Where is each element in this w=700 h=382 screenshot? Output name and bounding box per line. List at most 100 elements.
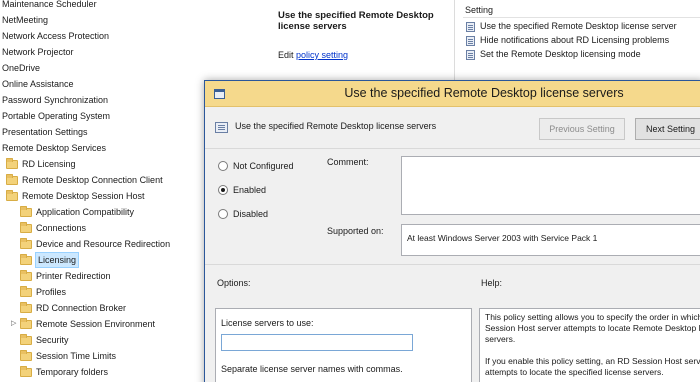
radio-label: Disabled: [233, 209, 269, 219]
tree-item-label: Online Assistance: [2, 79, 74, 89]
setting-label: Set the Remote Desktop licensing mode: [480, 49, 641, 59]
license-servers-label: License servers to use:: [221, 318, 314, 328]
folder-icon: [20, 301, 32, 313]
tree-item[interactable]: Temporary folders: [20, 365, 108, 379]
tree-item[interactable]: OneDrive: [2, 61, 40, 75]
radio-label: Not Configured: [233, 161, 294, 171]
tree-item[interactable]: Licensing: [20, 252, 80, 268]
supported-on-label: Supported on:: [327, 226, 384, 236]
folder-icon: [6, 189, 18, 201]
help-text-line: servers.: [485, 334, 516, 344]
tree-item[interactable]: Presentation Settings: [2, 125, 88, 139]
tree-item-label: Network Projector: [2, 47, 74, 57]
license-servers-hint: Separate license server names with comma…: [221, 364, 403, 374]
folder-icon: [20, 285, 32, 297]
tree-item[interactable]: Security: [20, 333, 69, 347]
setting-label: Use the specified Remote Desktop license…: [480, 21, 677, 31]
tree-item[interactable]: Device and Resource Redirection: [20, 237, 170, 251]
options-label: Options:: [217, 278, 251, 288]
radio-button[interactable]: [218, 161, 228, 171]
radio-button[interactable]: [218, 209, 228, 219]
section-divider: [205, 264, 700, 265]
tree-item-label: OneDrive: [2, 63, 41, 73]
tree-item-label: Profiles: [36, 287, 67, 297]
tree-item-label: Licensing: [34, 252, 80, 268]
supported-on-value: At least Windows Server 2003 with Servic…: [401, 224, 700, 256]
tree-item[interactable]: NetMeeting: [2, 13, 48, 27]
tree-item-label: Session Time Limits: [36, 351, 117, 361]
tree-item[interactable]: Network Access Protection: [2, 29, 109, 43]
tree-item[interactable]: ▷ Remote Session Environment: [11, 317, 155, 331]
tree-item-label: Maintenance Scheduler: [2, 0, 97, 9]
comment-label: Comment:: [327, 157, 369, 167]
license-servers-input[interactable]: [221, 334, 413, 351]
folder-icon: [20, 205, 32, 217]
settings-column-header[interactable]: Setting: [463, 5, 700, 18]
folder-icon: [20, 365, 32, 377]
tree-item[interactable]: Profiles: [20, 285, 66, 299]
edit-policy-line: Edit policy setting: [278, 50, 348, 60]
tree-item-label: Remote Desktop Services: [2, 143, 107, 153]
policy-icon: [466, 49, 475, 60]
tree-item[interactable]: Application Compatibility: [20, 205, 134, 219]
previous-setting-button[interactable]: Previous Setting: [539, 118, 625, 140]
folder-icon: [20, 221, 32, 233]
next-setting-button[interactable]: Next Setting: [635, 118, 700, 140]
tree-item-label: Remote Desktop Connection Client: [22, 175, 163, 185]
tree-item-label: Presentation Settings: [2, 127, 88, 137]
tree-item-label: Network Access Protection: [2, 31, 110, 41]
tree-item-label: Temporary folders: [36, 367, 109, 377]
policy-description-title: Use the specified Remote Desktop license…: [278, 10, 434, 32]
setting-row-hide-notifications[interactable]: Hide notifications about RD Licensing pr…: [466, 34, 669, 47]
folder-icon: [6, 157, 18, 169]
policy-header-row: Use the specified Remote Desktop license…: [205, 107, 700, 149]
folder-icon: [20, 333, 32, 345]
tree-item[interactable]: Network Projector: [2, 45, 74, 59]
folder-icon: [20, 237, 32, 249]
tree-item[interactable]: Remote Desktop Connection Client: [6, 173, 163, 187]
edit-prefix: Edit: [278, 50, 297, 60]
policy-icon: [466, 21, 475, 32]
tree-item[interactable]: Password Synchronization: [2, 93, 108, 107]
tree-item-label: Connections: [36, 223, 87, 233]
help-text-line: Session Host server attempts to locate R…: [485, 323, 700, 333]
folder-icon: [6, 173, 18, 185]
radio-button[interactable]: [218, 185, 228, 195]
radio-not-configured[interactable]: Not Configured: [218, 159, 294, 173]
tree-item[interactable]: Maintenance Scheduler: [2, 0, 97, 11]
tree-item[interactable]: RD Connection Broker: [20, 301, 126, 315]
help-text-line: If you enable this policy setting, an RD…: [485, 356, 700, 366]
tree-item[interactable]: Online Assistance: [2, 77, 74, 91]
tree-item-label: Portable Operating System: [2, 111, 111, 121]
dialog-titlebar[interactable]: Use the specified Remote Desktop license…: [205, 81, 700, 107]
help-text-line: This policy setting allows you to specif…: [485, 312, 700, 322]
tree-item[interactable]: Printer Redirection: [20, 269, 111, 283]
setting-row-licensing-mode[interactable]: Set the Remote Desktop licensing mode: [466, 48, 641, 61]
policy-icon: [215, 122, 228, 133]
radio-enabled[interactable]: Enabled: [218, 183, 266, 197]
background-policy-panel: Use the specified Remote Desktop license…: [265, 0, 700, 90]
radio-label: Enabled: [233, 185, 267, 195]
tree-item-label: Application Compatibility: [36, 207, 135, 217]
tree-item-label: Security: [36, 335, 69, 345]
tree-item-label: Remote Session Environment: [36, 319, 156, 329]
tree-item[interactable]: Portable Operating System: [2, 109, 110, 123]
setting-row-license-servers[interactable]: Use the specified Remote Desktop license…: [466, 20, 677, 33]
help-pane: This policy setting allows you to specif…: [479, 308, 700, 382]
folder-icon: [20, 349, 32, 361]
tree-item-label: Device and Resource Redirection: [36, 239, 171, 249]
tree-item[interactable]: Session Time Limits: [20, 349, 116, 363]
tree-item[interactable]: Connections: [20, 221, 86, 235]
radio-disabled[interactable]: Disabled: [218, 207, 268, 221]
tree-item[interactable]: Remote Desktop Services: [2, 141, 106, 155]
policy-name: Use the specified Remote Desktop license…: [235, 121, 437, 131]
expand-arrow-icon[interactable]: ▷: [11, 317, 19, 331]
comment-textarea[interactable]: [401, 156, 700, 215]
tree-item[interactable]: RD Licensing: [6, 157, 76, 171]
edit-policy-link[interactable]: policy setting: [296, 50, 348, 60]
folder-icon: [20, 317, 32, 329]
tree-item-label: NetMeeting: [2, 15, 49, 25]
settings-list: Setting Use the specified Remote Desktop…: [460, 0, 700, 90]
help-text-line: attempts to locate the specified license…: [485, 367, 664, 377]
tree-item[interactable]: Remote Desktop Session Host: [6, 189, 145, 203]
